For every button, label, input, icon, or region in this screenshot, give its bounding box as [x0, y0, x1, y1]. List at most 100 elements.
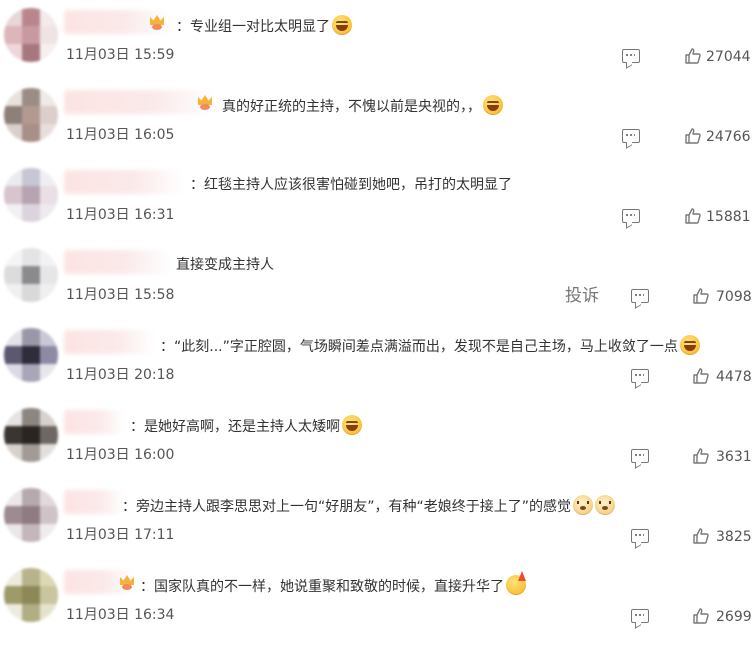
avatar-pixel: [22, 524, 40, 542]
comment-text: ：“此刻...”字正腔圆，气场瞬间差点满溢而出，发现不是自己主场，马上收敛了一点: [160, 335, 700, 357]
avatar-pixel: [22, 364, 40, 382]
avatar[interactable]: [4, 168, 58, 222]
avatar-pixel: [4, 408, 22, 426]
comment-item: 真的好正统的主持，不愧以前是央视的，， 11月03日 16:05 24766: [0, 88, 756, 168]
avatar-pixel: [22, 426, 40, 444]
thumbs-up-icon[interactable]: [692, 367, 710, 385]
comment-item: ：专业组一对比太明显了 11月03日 15:59 27044: [0, 8, 756, 88]
laugh-emoji-icon: [679, 335, 700, 355]
reply-dots: [625, 214, 635, 216]
reply-icon[interactable]: [631, 609, 649, 623]
avatar-pixel: [40, 88, 58, 106]
reply-dots: [634, 534, 644, 536]
avatar-pixel: [40, 204, 58, 222]
username-blurred[interactable]: [64, 410, 124, 434]
avatar-pixel: [4, 26, 22, 44]
avatar-pixel: [40, 408, 58, 426]
avatar-pixel: [40, 266, 58, 284]
comment-item: ：旁边主持人跟李思思对上一句“好朋友”，有种“老娘终于接上了”的感觉 11月03日…: [0, 488, 756, 568]
comment-item: 直接变成主持人 11月03日 15:58 投诉 7098: [0, 248, 756, 328]
like-count: 27044: [706, 49, 751, 65]
thumbs-up-icon[interactable]: [684, 127, 702, 145]
avatar-pixel: [40, 488, 58, 506]
avatar-pixel: [4, 364, 22, 382]
crown-badge-icon: [196, 95, 214, 111]
comment-timestamp: 11月03日 15:59: [66, 47, 175, 63]
reply-icon[interactable]: [631, 369, 649, 383]
comment-list: ：专业组一对比太明显了 11月03日 15:59 27044 真的好正统的主持，不愧以…: [0, 0, 756, 649]
reply-dots: [634, 294, 644, 296]
avatar[interactable]: [4, 408, 58, 462]
like-count: 24766: [706, 129, 751, 145]
reply-icon[interactable]: [631, 449, 649, 463]
avatar-pixel: [22, 506, 40, 524]
avatar-pixel: [22, 444, 40, 462]
comment-timestamp: 11月03日 16:05: [66, 127, 175, 143]
reply-icon[interactable]: [622, 209, 640, 223]
username-blurred[interactable]: [64, 170, 184, 194]
laugh-emoji-icon: [342, 415, 362, 435]
thumbs-up-icon[interactable]: [692, 287, 710, 305]
avatar-pixel: [40, 106, 58, 124]
avatar-pixel: [4, 604, 22, 622]
like-count: 3631: [716, 449, 752, 465]
avatar-pixel: [22, 88, 40, 106]
avatar-pixel: [40, 284, 58, 302]
reply-icon[interactable]: [622, 129, 640, 143]
thumbs-up-icon[interactable]: [692, 607, 710, 625]
comment-item: ：国家队真的不一样，她说重聚和致敬的时候，直接升华了 11月03日 16:34 26…: [0, 568, 756, 648]
username-blurred[interactable]: [64, 490, 124, 514]
reply-icon[interactable]: [631, 529, 649, 543]
comment-text-content: ：国家队真的不一样，她说重聚和致敬的时候，直接升华了: [140, 579, 504, 595]
avatar-pixel: [4, 44, 22, 62]
reply-icon[interactable]: [631, 289, 649, 303]
avatar-pixel: [40, 8, 58, 26]
reply-dots: [634, 454, 644, 456]
comment-text-content: 真的好正统的主持，不愧以前是央视的，，: [222, 99, 481, 115]
avatar-pixel: [4, 124, 22, 142]
avatar-pixel: [40, 44, 58, 62]
comment-timestamp: 11月03日 16:34: [66, 607, 175, 623]
thumbs-up-icon[interactable]: [692, 447, 710, 465]
comment-text-content: ：是她好高啊，还是主持人太矮啊: [130, 419, 340, 435]
username-blurred[interactable]: [64, 330, 154, 354]
like-count: 7098: [716, 289, 752, 305]
report-button[interactable]: 投诉: [565, 285, 599, 307]
avatar-pixel: [40, 328, 58, 346]
comment-timestamp: 11月03日 20:18: [66, 367, 175, 383]
thumbs-up-icon[interactable]: [684, 207, 702, 225]
avatar-pixel: [4, 248, 22, 266]
comment-text: ：是她好高啊，还是主持人太矮啊: [130, 415, 362, 437]
reply-dots: [625, 54, 635, 56]
comment-text: 真的好正统的主持，不愧以前是央视的，，: [222, 95, 503, 117]
avatar-pixel: [22, 346, 40, 364]
like-count: 2699: [716, 609, 752, 625]
username-blurred[interactable]: [64, 90, 216, 114]
comment-text: ：国家队真的不一样，她说重聚和致敬的时候，直接升华了: [140, 575, 526, 597]
laugh-emoji-icon: [483, 95, 503, 115]
reply-icon[interactable]: [622, 49, 640, 63]
avatar-pixel: [22, 408, 40, 426]
avatar[interactable]: [4, 88, 58, 142]
like-count: 15881: [706, 209, 751, 225]
party-emoji-icon: [506, 575, 526, 595]
thumbs-up-icon[interactable]: [692, 527, 710, 545]
avatar[interactable]: [4, 328, 58, 382]
avatar[interactable]: [4, 568, 58, 622]
avatar-pixel: [22, 284, 40, 302]
avatar-pixel: [4, 488, 22, 506]
crown-base: [200, 104, 210, 110]
comment-timestamp: 11月03日 17:11: [66, 527, 175, 543]
avatar-pixel: [4, 524, 22, 542]
avatar-pixel: [4, 346, 22, 364]
avatar-pixel: [40, 346, 58, 364]
avatar[interactable]: [4, 248, 58, 302]
comment-text-content: ：“此刻...”字正腔圆，气场瞬间差点满溢而出，发现不是自己主场，马上收敛了一点: [160, 339, 678, 355]
username-blurred[interactable]: [64, 250, 170, 274]
comment-text: ：专业组一对比太明显了: [176, 15, 352, 37]
avatar[interactable]: [4, 488, 58, 542]
avatar-pixel: [40, 186, 58, 204]
comment-text: 直接变成主持人: [176, 255, 274, 275]
avatar[interactable]: [4, 8, 58, 62]
thumbs-up-icon[interactable]: [684, 47, 702, 65]
